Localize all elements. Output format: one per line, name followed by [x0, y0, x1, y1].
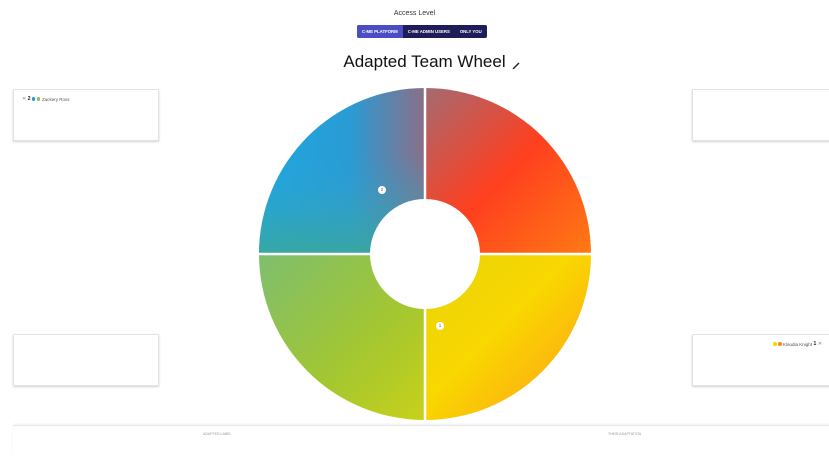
- close-icon[interactable]: ✕: [818, 341, 822, 347]
- wheel-marker[interactable]: 2: [378, 186, 386, 194]
- pencil-icon[interactable]: [511, 60, 521, 70]
- team-wheel: [259, 88, 591, 420]
- bottom-right-label: THEIR ADAPTATION: [608, 432, 642, 436]
- access-option-only-you[interactable]: ONLY YOU: [455, 25, 487, 38]
- color-dot-blue: [31, 97, 36, 101]
- bottom-left-label: ADAPTED LABEL: [203, 432, 232, 436]
- access-level-title: Access Level: [393, 10, 436, 17]
- member-rank: 2: [27, 96, 31, 102]
- close-icon[interactable]: ✕: [22, 96, 26, 102]
- color-dot-orange: [778, 342, 782, 346]
- wheel-title: Adapted Team Wheel: [343, 52, 506, 71]
- color-dot-yellow: [773, 342, 777, 346]
- member-row: ✕ 2 Zackery Ross: [22, 96, 70, 102]
- member-name: Zackery Ross: [41, 96, 70, 102]
- access-option-platform[interactable]: C-ME PLATFORM: [357, 25, 403, 38]
- member-row: Klaudia Knight 1 ✕: [773, 341, 822, 347]
- member-rank: 1: [813, 341, 817, 347]
- member-name: Klaudia Knight: [783, 341, 813, 347]
- color-dot-green: [36, 97, 41, 101]
- access-option-admin-users[interactable]: C-ME ADMIN USERS: [403, 25, 455, 38]
- wheel-marker[interactable]: 1: [436, 322, 444, 330]
- wheel-center: [370, 199, 480, 309]
- team-panel-bottom-right: Klaudia Knight 1 ✕: [692, 334, 829, 386]
- bottom-panel: ADAPTED LABEL THEIR ADAPTATION: [13, 425, 829, 456]
- access-level-toggle: C-ME PLATFORM C-ME ADMIN USERS ONLY YOU: [357, 25, 487, 38]
- team-panel-top-left: ✕ 2 Zackery Ross: [13, 89, 159, 141]
- team-panel-top-right: [692, 89, 829, 141]
- team-panel-bottom-left: [13, 334, 159, 386]
